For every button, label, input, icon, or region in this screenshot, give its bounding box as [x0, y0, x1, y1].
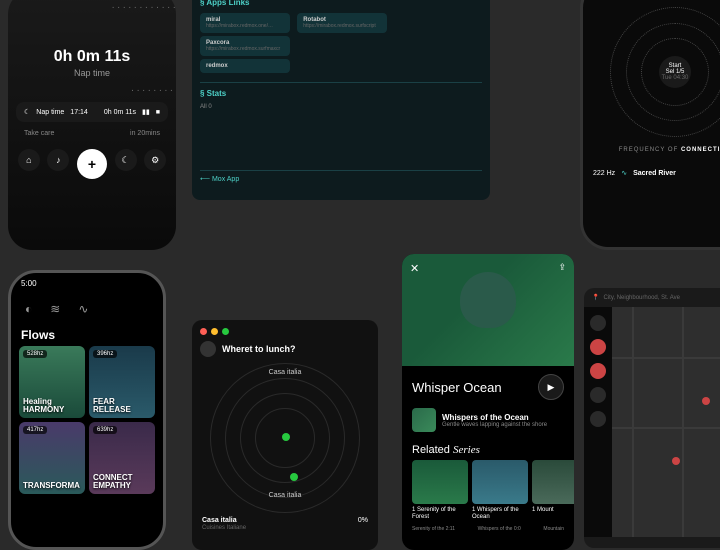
map-pin[interactable] [672, 457, 680, 465]
flows-phone: 5:00 ◐ ≋ ∿ Flows 528hzHealing HARMONY 39… [8, 270, 166, 550]
series-card[interactable]: 1 Serenity of the Forest [412, 460, 468, 520]
app-panel[interactable]: Rotabothttps://mirabox.redmox.surfscript [297, 13, 387, 33]
flow-card[interactable]: 417hzTRANSFORMA [19, 422, 85, 494]
map-pin[interactable] [702, 397, 710, 405]
avatar [200, 341, 216, 357]
hero-image: ✕ ⇪ [402, 254, 574, 366]
moon-icon: ☾ [24, 108, 30, 116]
sidebar-avatar[interactable] [590, 315, 606, 331]
question-text: Wheret to lunch? [222, 344, 296, 354]
whisper-card: ✕ ⇪ Whisper Ocean ▶ Whispers of the Ocea… [402, 254, 574, 550]
settings-button[interactable]: ⚙ [144, 149, 166, 171]
tab-3[interactable]: ∿ [78, 302, 88, 316]
pin-icon: 📍 [592, 294, 599, 301]
flow-card[interactable]: 396hzFEAR RELEASE [89, 346, 155, 418]
map-area[interactable] [612, 307, 720, 537]
map-window: 📍 City, Neighbourhood, St. Ave [584, 288, 720, 548]
radar-window: Wheret to lunch? Casa italia Casa italia… [192, 320, 378, 550]
hz-value: 222 Hz [593, 170, 615, 177]
series-card[interactable]: 1 Whispers of the Ocean [472, 460, 528, 520]
radar-footer: Casa italiaCuisines Italiane 0% [200, 517, 370, 531]
sidebar-item[interactable] [590, 339, 606, 355]
result-pct: 0% [358, 517, 368, 531]
related-cards: 1 Serenity of the Forest 1 Whispers of t… [402, 460, 574, 520]
flows-grid: 528hzHealing HARMONY 396hzFEAR RELEASE 4… [11, 346, 163, 494]
result-sub: Cuisines Italiane [202, 525, 246, 531]
nap-timer-phone: 0h 0m 11s Nap time ☾ Nap time 17:14 0h 0… [8, 0, 176, 250]
dial-ring[interactable]: Start Sel 1/5 Tue 04:30 [610, 7, 720, 137]
frequency-label: FREQUENCY OF CONNECTION [583, 147, 720, 153]
radar-option[interactable]: Casa italia [269, 492, 302, 499]
tab-bar: ◐ ≋ ∿ [11, 294, 163, 324]
result-title: Casa italia [202, 517, 237, 524]
timer-display: 0h 0m 11s Nap time [8, 0, 176, 78]
moon-button[interactable]: ☾ [115, 149, 137, 171]
track-title: Whispers of the Ocean [442, 413, 547, 422]
album-title: Whisper Ocean [412, 380, 502, 395]
track-desc: Gentle waves lapping against the shore [442, 422, 547, 428]
dial-center[interactable]: Start Sel 1/5 Tue 04:30 [659, 56, 691, 88]
term-footer[interactable]: ⟵ Mox App [200, 170, 482, 183]
play-button[interactable]: ▶ [538, 374, 564, 400]
min-dot[interactable] [211, 328, 218, 335]
terminal-window: § Apps Links miralhttps://mirabox.redmox… [192, 0, 490, 200]
radar-option[interactable]: Casa italia [269, 369, 302, 376]
window-controls [200, 328, 370, 335]
apps-header: § Apps Links [200, 0, 482, 7]
add-button[interactable]: + [77, 149, 107, 179]
set-label: Sel 1/5 [666, 69, 685, 75]
map-header: 📍 City, Neighbourhood, St. Ave [584, 288, 720, 307]
series-card[interactable]: 1 Mount [532, 460, 574, 520]
flow-card[interactable]: 528hzHealing HARMONY [19, 346, 85, 418]
sidebar-item[interactable] [590, 411, 606, 427]
track-row[interactable]: Whispers of the Ocean Gentle waves lappi… [402, 408, 574, 440]
related-header: Related Series [402, 440, 574, 460]
stats-value: All 0 [200, 104, 482, 110]
care-row: Take care in 20mins [16, 126, 168, 141]
now-playing: 222 Hz ∿ Sacred River [593, 169, 720, 177]
care-label: Take care [24, 130, 54, 137]
close-icon[interactable]: ✕ [410, 262, 419, 275]
home-button[interactable]: ⌂ [18, 149, 40, 171]
max-dot[interactable] [222, 328, 229, 335]
app-panel[interactable]: redmox [200, 59, 290, 73]
app-panel[interactable]: Paxcorahttps://mirabox.redmox.surfmaxcr [200, 36, 290, 56]
sidebar-item[interactable] [590, 387, 606, 403]
tab-2[interactable]: ≋ [50, 302, 60, 316]
track-name: Sacred River [633, 170, 676, 177]
start-label: Start [669, 63, 682, 69]
radar-dot [290, 473, 298, 481]
set-time: Tue 04:30 [662, 75, 689, 81]
care-eta: in 20mins [130, 130, 160, 137]
location-text: City, Neighbourhood, St. Ave [603, 295, 680, 301]
sidebar-item[interactable] [590, 363, 606, 379]
title-row: Whisper Ocean ▶ [402, 366, 574, 408]
share-icon[interactable]: ⇪ [558, 262, 566, 273]
related-footer: Serenity of the 2:11 Whispers of the 0:0… [402, 520, 574, 532]
wave-icon: ∿ [621, 169, 627, 177]
flow-card[interactable]: 639hzCONNECT EMPATHY [89, 422, 155, 494]
frequency-device: CYCLE: UNITY BRO Start Sel 1/5 Tue 04:30… [580, 0, 720, 250]
stop-icon[interactable]: ■ [156, 109, 160, 116]
track-thumb [412, 408, 436, 432]
app-panel[interactable]: miralhttps://mirabox.redmox.one/… [200, 13, 290, 33]
close-dot[interactable] [200, 328, 207, 335]
tab-1[interactable]: ◐ [25, 302, 32, 316]
progress-dots [32, 0, 152, 120]
status-bar: 5:00 [11, 273, 163, 294]
question-row: Wheret to lunch? [200, 341, 370, 357]
map-sidebar [584, 307, 612, 537]
stats-header: § Stats [200, 89, 482, 98]
flows-header: Flows [11, 324, 163, 346]
music-button[interactable]: ♪ [47, 149, 69, 171]
radar-chart: Casa italia Casa italia [210, 363, 360, 513]
radar-dot [282, 433, 290, 441]
bottom-nav: ⌂ ♪ + ☾ ⚙ [8, 141, 176, 187]
